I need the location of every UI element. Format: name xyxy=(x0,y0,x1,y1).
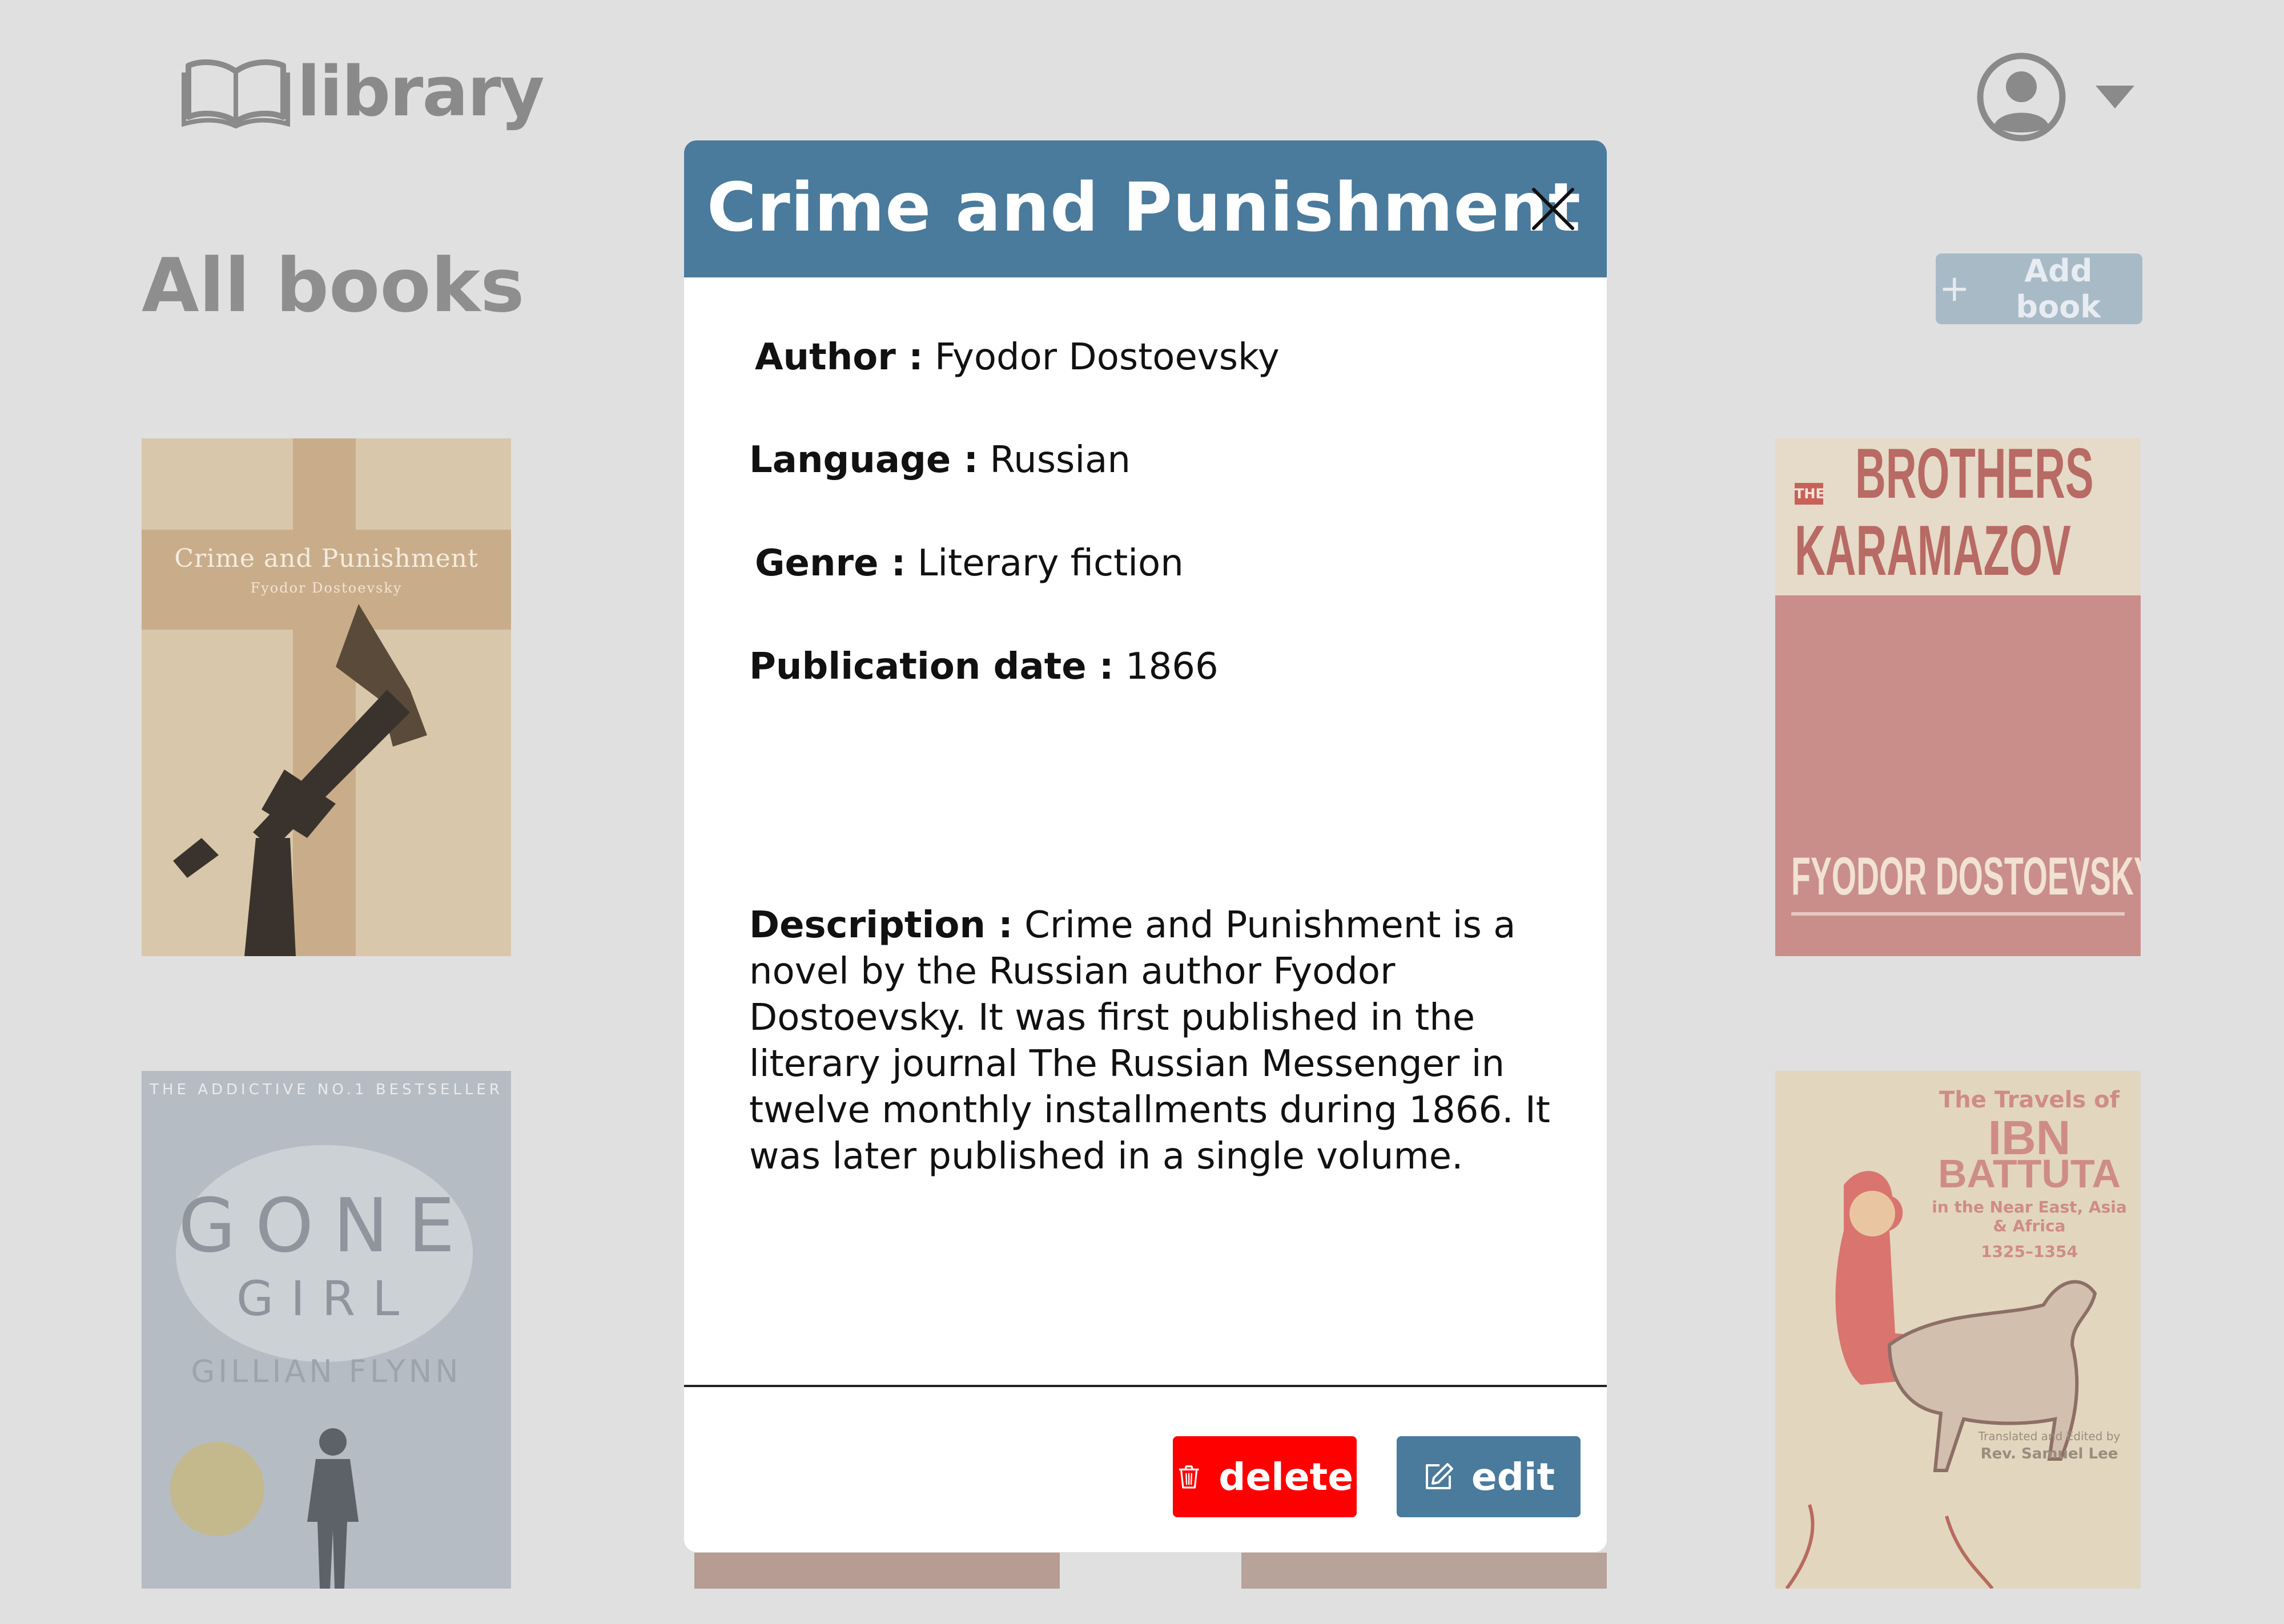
cover-award-badge xyxy=(170,1442,264,1536)
add-book-button[interactable]: + Add book xyxy=(1936,253,2142,325)
book-cover-title-line1: The Travels of xyxy=(1939,1087,2120,1113)
book-card-brothers-karamazov[interactable]: THE BROTHERS KARAMAZOV FYODOR DOSTOEVSKY xyxy=(1775,438,2141,956)
book-cover-author: GILLIAN FLYNN xyxy=(191,1353,462,1389)
description-label: Description : xyxy=(749,904,1013,946)
page-title: All books xyxy=(142,242,525,329)
book-cover-tagline: THE ADDICTIVE NO.1 BESTSELLER xyxy=(150,1081,503,1098)
caret-down-icon[interactable] xyxy=(2096,86,2134,108)
book-card-travels-of-ibn-battuta[interactable]: The Travels of IBN BATTUTA in the Near E… xyxy=(1775,1071,2141,1589)
edit-button[interactable]: edit xyxy=(1397,1436,1581,1517)
brand-name: library xyxy=(297,53,545,132)
close-icon[interactable] xyxy=(1529,185,1577,233)
modal-title: Crime and Punishment xyxy=(707,168,1582,247)
book-card-gone-girl[interactable]: THE ADDICTIVE NO.1 BESTSELLER GONE GIRL … xyxy=(142,1071,511,1589)
book-cover-title-line2: GIRL xyxy=(236,1271,417,1327)
book-card-crime-and-punishment[interactable]: Crime and Punishment Fyodor Dostoevsky xyxy=(142,438,511,956)
publication-date-value: 1866 xyxy=(1125,646,1219,688)
book-cover-credit: Translated and Edited by xyxy=(1978,1429,2121,1443)
book-card-hidden-2[interactable] xyxy=(1241,1553,1607,1589)
edit-label: edit xyxy=(1471,1454,1555,1499)
modal-footer-divider xyxy=(684,1385,1607,1387)
book-cover-the: THE xyxy=(1795,483,1825,505)
axe-illustration xyxy=(173,604,427,956)
user-menu[interactable] xyxy=(1976,51,2134,143)
delete-button[interactable]: delete xyxy=(1173,1436,1357,1517)
language-label: Language : xyxy=(749,439,979,481)
publication-date-label: Publication date : xyxy=(749,646,1114,688)
rider-illustration xyxy=(1785,1171,2097,1589)
publication-date-field: Publication date : 1866 xyxy=(749,645,1219,689)
book-details-modal: Crime and Punishment Author : Fyodor Dos… xyxy=(684,140,1607,1552)
add-book-label: Add book xyxy=(2016,253,2101,325)
modal-header: Crime and Punishment xyxy=(684,140,1607,277)
edit-icon xyxy=(1425,1463,1453,1489)
author-value: Fyodor Dostoevsky xyxy=(935,336,1280,378)
author-label: Author : xyxy=(755,336,923,378)
genre-label: Genre : xyxy=(755,542,906,585)
app-logo[interactable]: library xyxy=(182,53,545,132)
open-book-icon xyxy=(182,54,290,131)
book-cover-title: BROTHERS xyxy=(1855,438,2094,513)
author-field: Author : Fyodor Dostoevsky xyxy=(755,336,1280,380)
trash-icon xyxy=(1179,1465,1199,1489)
cover-credit-line xyxy=(1791,912,2125,916)
delete-label: delete xyxy=(1219,1454,1353,1499)
book-cover-title: GONE xyxy=(178,1182,475,1269)
plus-icon: + xyxy=(1939,268,1970,310)
user-circle-icon[interactable] xyxy=(1976,51,2067,143)
book-cover-editor: Rev. Samuel Lee xyxy=(1980,1445,2118,1462)
genre-value: Literary fiction xyxy=(917,542,1184,585)
man-silhouette xyxy=(307,1428,359,1589)
language-value: Russian xyxy=(990,439,1131,481)
book-card-hidden-1[interactable] xyxy=(694,1553,1060,1589)
book-cover-title-line2: KARAMAZOV xyxy=(1795,511,2071,590)
book-cover-author: FYODOR DOSTOEVSKY xyxy=(1791,846,2141,906)
genre-field: Genre : Literary fiction xyxy=(755,542,1184,586)
description-field: Description : Crime and Punishment is a … xyxy=(749,902,1594,1180)
language-field: Language : Russian xyxy=(749,438,1131,482)
